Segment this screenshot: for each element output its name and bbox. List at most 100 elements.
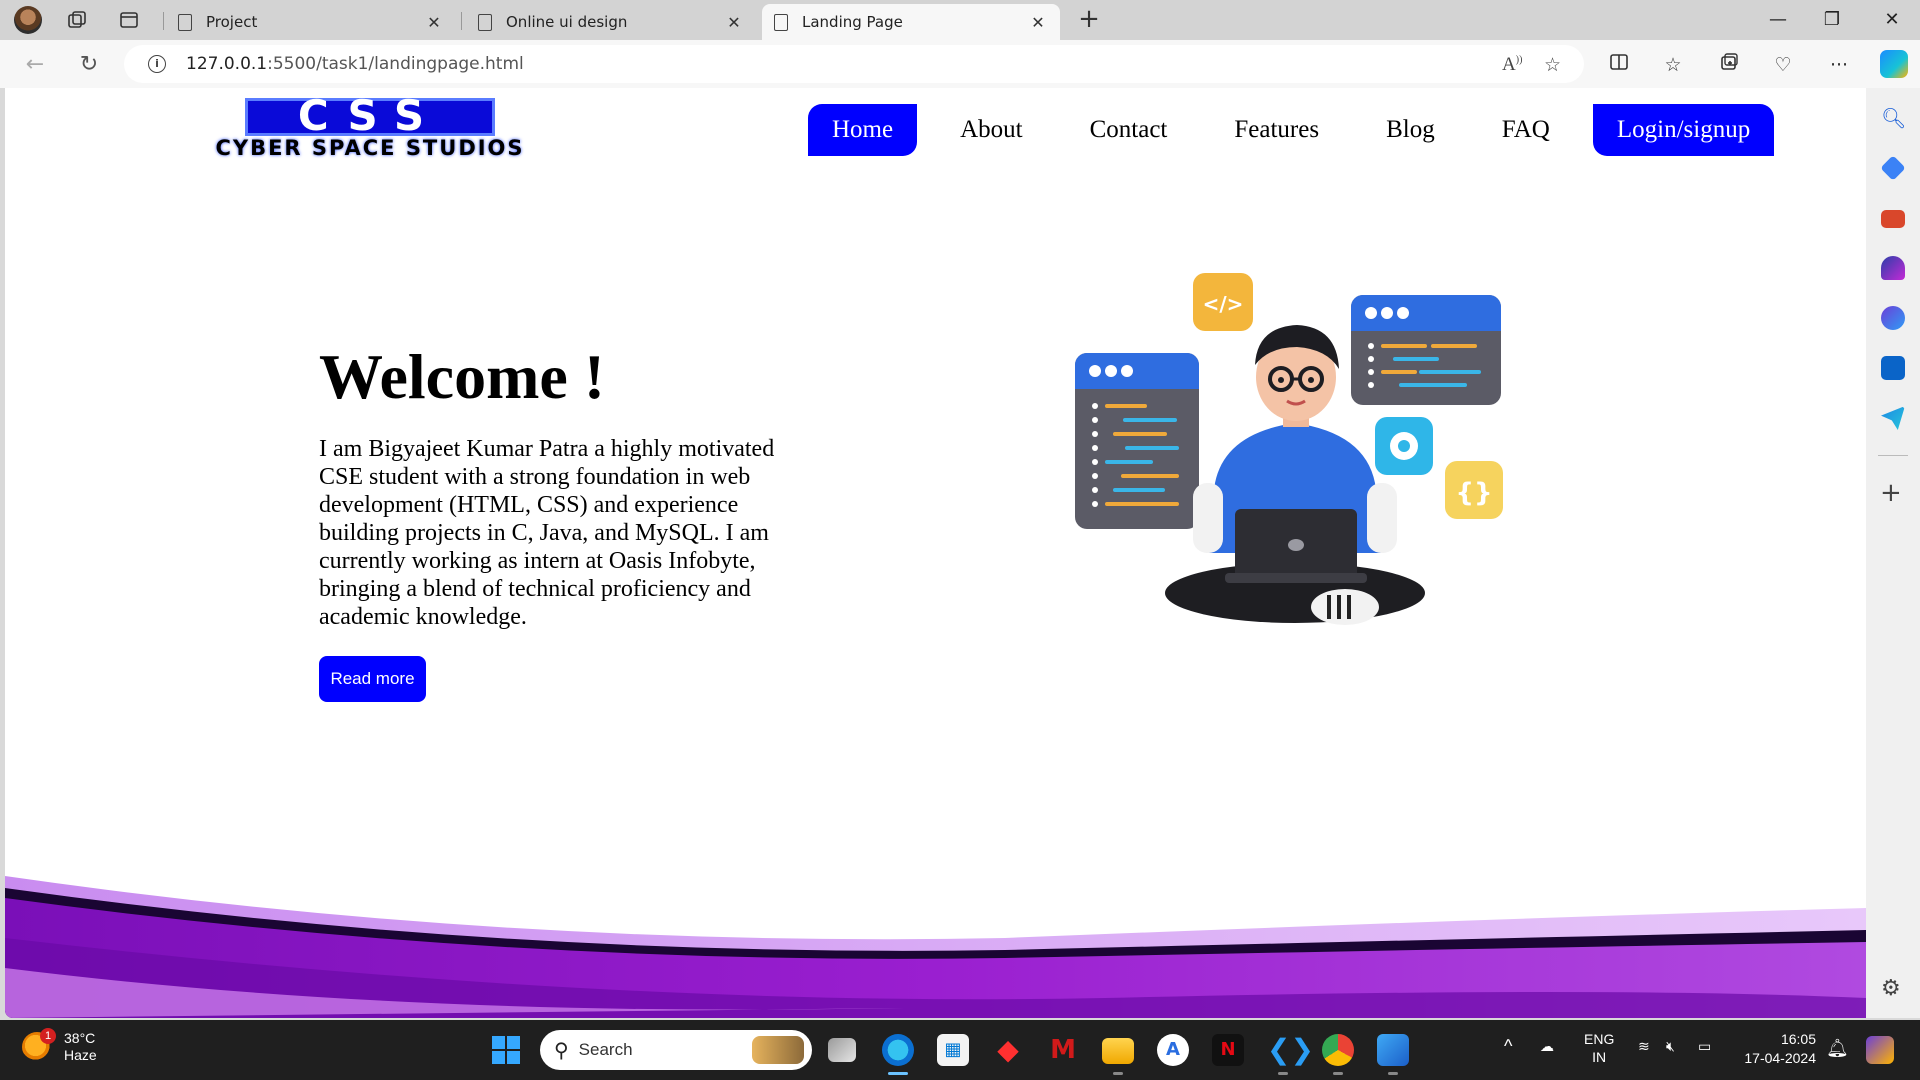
language-indicator[interactable]: ENG IN [1584,1030,1614,1066]
minimize-icon[interactable]: — [1758,6,1798,34]
task-view-icon[interactable] [828,1038,856,1062]
sidebar-divider [1878,455,1908,456]
address-bar[interactable]: i 127.0.0.1:5500/task1/landingpage.html … [124,45,1584,83]
file-explorer-icon[interactable] [1102,1038,1134,1064]
chrome-icon[interactable] [1322,1034,1354,1066]
taskbar-search[interactable]: ⚲ Search [540,1030,812,1070]
url-host: 127.0.0.1 [186,54,268,74]
url-path: :5500/task1/landingpage.html [267,54,524,74]
browser-toolbar: ← ↻ i 127.0.0.1:5500/task1/landingpage.h… [0,40,1920,88]
tab-separator [461,12,462,30]
clock-time: 16:05 [1780,1031,1816,1047]
notification-bell-icon[interactable]: 🔔︎ [1826,1038,1849,1059]
tools-icon[interactable] [1881,210,1905,228]
edge-sidebar: 🔍︎ + ⚙ [1866,88,1920,1018]
nav-login-signup-button[interactable]: Login/signup [1592,104,1775,156]
search-icon[interactable]: 🔍︎ [1881,106,1906,130]
weather-widget[interactable]: 1 38°C Haze [22,1028,97,1064]
games-icon[interactable] [1881,256,1905,280]
onedrive-icon[interactable]: ☁ [1540,1038,1554,1055]
microsoft-365-icon[interactable] [1881,306,1905,330]
favorite-star-icon[interactable]: ☆ [1544,54,1561,76]
svg-text:{}: {} [1455,478,1492,508]
read-aloud-icon[interactable]: A)) [1502,54,1522,76]
volume-muted-icon[interactable]: 🔇︎ [1666,1038,1675,1055]
tab-project[interactable]: Project ✕ [166,4,456,40]
tab-label: Online ui design [506,13,628,31]
braces-icon: {} [1445,461,1503,519]
edge-browser-icon[interactable] [882,1034,914,1066]
outlook-icon[interactable] [1881,356,1905,380]
shopping-tag-icon[interactable] [1880,155,1906,181]
tab-close-icon[interactable]: ✕ [424,13,444,32]
browser-titlebar: Project ✕ Online ui design ✕ Landing Pag… [0,0,1920,40]
favorites-icon[interactable]: ☆ [1660,52,1686,78]
tab-close-icon[interactable]: ✕ [1028,13,1048,32]
nav-features[interactable]: Features [1210,104,1343,156]
app-icon[interactable]: A [1157,1034,1189,1066]
weather-description: Haze [64,1047,97,1063]
split-screen-icon[interactable] [1606,52,1632,78]
tab-landing-page[interactable]: Landing Page ✕ [762,4,1060,40]
send-icon[interactable] [1881,406,1905,430]
profile-avatar-icon[interactable] [14,6,42,34]
refresh-icon[interactable]: ↻ [74,50,104,80]
system-clock[interactable]: 16:05 17-04-2024 [1738,1030,1816,1068]
footer-wave-decoration [5,876,1866,1018]
nav-contact[interactable]: Contact [1066,104,1192,156]
new-tab-icon[interactable]: + [1074,6,1104,34]
copilot-taskbar-icon[interactable] [1866,1036,1894,1064]
url-text[interactable]: 127.0.0.1:5500/task1/landingpage.html [186,54,524,74]
active-app-indicator [888,1072,908,1075]
collections-icon[interactable] [1716,52,1742,78]
language-code: ENG [1584,1031,1615,1047]
nav-about[interactable]: About [936,104,1047,156]
weather-temperature: 38°C [64,1030,96,1046]
more-options-icon[interactable]: ··· [1826,52,1852,78]
code-tag-icon: </> [1193,273,1253,331]
start-menu-icon[interactable] [492,1036,520,1064]
page-icon [774,13,788,31]
microsoft-store-icon[interactable]: ▦ [937,1034,969,1066]
workspaces-icon[interactable] [64,7,90,33]
photos-icon[interactable] [1377,1034,1409,1066]
hero-title: Welcome ! [319,341,606,412]
hero-description: I am Bigyajeet Kumar Patra a highly moti… [319,436,775,630]
restore-icon[interactable]: ❐ [1812,6,1852,34]
anydesk-icon[interactable]: ◆ [992,1034,1024,1066]
close-window-icon[interactable]: ✕ [1872,6,1912,34]
site-info-icon[interactable]: i [148,55,166,73]
open-app-indicator [1388,1072,1398,1075]
svg-text:</>: </> [1203,292,1244,316]
tab-close-icon[interactable]: ✕ [724,13,744,32]
developer-illustration: </> {} [1075,273,1503,625]
nav-faq[interactable]: FAQ [1478,104,1574,156]
weather-sun-icon: 1 [22,1028,56,1062]
read-more-button[interactable]: Read more [319,656,426,702]
site-logo[interactable]: CSS CYBER SPACE STUDIOS [125,92,615,161]
mcafee-icon[interactable]: M [1047,1034,1079,1066]
tab-actions-icon[interactable] [116,7,142,33]
page-icon [478,13,492,31]
nav-home[interactable]: Home [808,104,918,156]
tab-label: Landing Page [802,13,903,31]
open-app-indicator [1113,1072,1123,1075]
browser-essentials-icon[interactable]: ♡ [1770,52,1796,78]
sidebar-settings-icon[interactable]: ⚙ [1881,976,1901,1001]
netflix-icon[interactable]: N [1212,1034,1244,1066]
tab-separator [163,12,164,30]
nav-blog[interactable]: Blog [1362,104,1459,156]
battery-icon[interactable]: ▭ [1698,1038,1711,1055]
copilot-icon[interactable] [1880,50,1908,78]
wifi-icon[interactable]: ≋ [1638,1038,1650,1055]
back-icon[interactable]: ← [20,50,50,80]
main-navigation: Home About Contact Features Blog FAQ Log… [808,104,1775,156]
show-hidden-icons-chevron-icon[interactable]: ^ [1504,1036,1512,1057]
search-highlight-image [752,1036,804,1064]
open-app-indicator [1278,1072,1288,1075]
add-sidebar-app-icon[interactable]: + [1880,480,1902,506]
logo-css-text: CSS [297,91,443,140]
tab-online-ui-design[interactable]: Online ui design ✕ [466,4,756,40]
clock-date: 17-04-2024 [1744,1050,1816,1066]
vscode-icon[interactable]: ❮❯ [1267,1034,1314,1066]
